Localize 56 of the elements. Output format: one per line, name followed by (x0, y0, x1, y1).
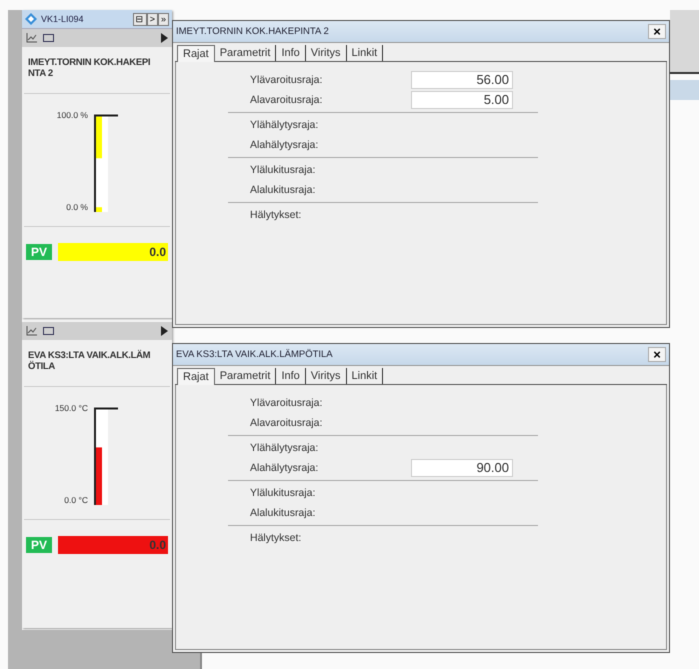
field-label: Ylävaroitusraja: (250, 74, 324, 86)
tab[interactable]: Info (276, 368, 306, 384)
field-label: Alalukitusraja: (250, 507, 316, 519)
scale-label: 150.0 °C (54, 403, 88, 413)
pv-value: 0.0 (58, 243, 168, 261)
tab[interactable]: Linkit (346, 45, 384, 61)
dialog-title: EVA KS3:LTA VAIK.ALK.LÄMPÖTILA (176, 349, 333, 360)
tab[interactable]: Parametrit (214, 368, 276, 384)
scale-label: 0.0 °C (64, 495, 88, 505)
pv-value: 0.0 (58, 536, 168, 554)
field-label: Alavaroitusraja: (250, 94, 324, 106)
field-label: Ylälukitusraja: (250, 164, 316, 176)
pv-badge: PV (26, 537, 52, 553)
close-button[interactable]: × (648, 24, 666, 39)
tag-name: VK1-LI094 (41, 14, 84, 24)
tab[interactable]: Parametrit (214, 45, 276, 61)
window-icon[interactable] (43, 34, 54, 42)
scale-label: 100.0 % (56, 110, 88, 120)
tag-description: IMEYT.TORNIN KOK.HAKEPI (28, 57, 152, 68)
field-label: Alahälytysraja: (250, 139, 320, 151)
value-field[interactable]: 56.00 (411, 71, 513, 89)
field-label: Ylähälytysraja: (250, 119, 320, 131)
toolbar-button[interactable]: ⊟ (132, 12, 147, 26)
field-label: Alahälytysraja: (250, 462, 320, 474)
tab[interactable]: Rajat (177, 45, 215, 62)
field-label: Ylävaroitusraja: (250, 397, 324, 409)
scale-label: 0.0 % (66, 202, 88, 212)
value-field[interactable]: 5.00 (411, 91, 513, 109)
field-label: Ylähälytysraja: (250, 442, 320, 454)
tag-description: ÖTILA (28, 361, 56, 372)
trend-icon[interactable] (26, 326, 37, 336)
toolbar-button[interactable]: > (146, 12, 158, 26)
field-label: Hälytykset: (250, 532, 302, 544)
diamond-icon (25, 13, 37, 25)
tag-description: NTA 2 (28, 68, 54, 79)
close-button[interactable]: × (648, 347, 666, 362)
value-field[interactable]: 90.00 (411, 459, 513, 477)
play-icon[interactable] (161, 33, 168, 43)
toolbar-button[interactable]: » (158, 12, 169, 26)
field-label: Alalukitusraja: (250, 184, 316, 196)
tab[interactable]: Viritys (306, 45, 347, 61)
tab[interactable]: Viritys (306, 368, 347, 384)
field-label: Hälytykset: (250, 209, 302, 221)
background-panel (670, 10, 699, 74)
tab[interactable]: Rajat (177, 368, 215, 385)
tag-description: EVA KS3:LTA VAIK.ALK.LÄM (28, 350, 152, 361)
field-label: Alavaroitusraja: (250, 417, 324, 429)
tab[interactable]: Linkit (346, 368, 384, 384)
play-icon[interactable] (161, 326, 168, 336)
tab[interactable]: Info (276, 45, 306, 61)
field-label: Ylälukitusraja: (250, 487, 316, 499)
window-icon[interactable] (43, 327, 54, 335)
background-panel (670, 80, 699, 100)
dialog-title: IMEYT.TORNIN KOK.HAKEPINTA 2 (176, 26, 329, 37)
trend-icon[interactable] (26, 33, 37, 43)
pv-badge: PV (26, 244, 52, 260)
